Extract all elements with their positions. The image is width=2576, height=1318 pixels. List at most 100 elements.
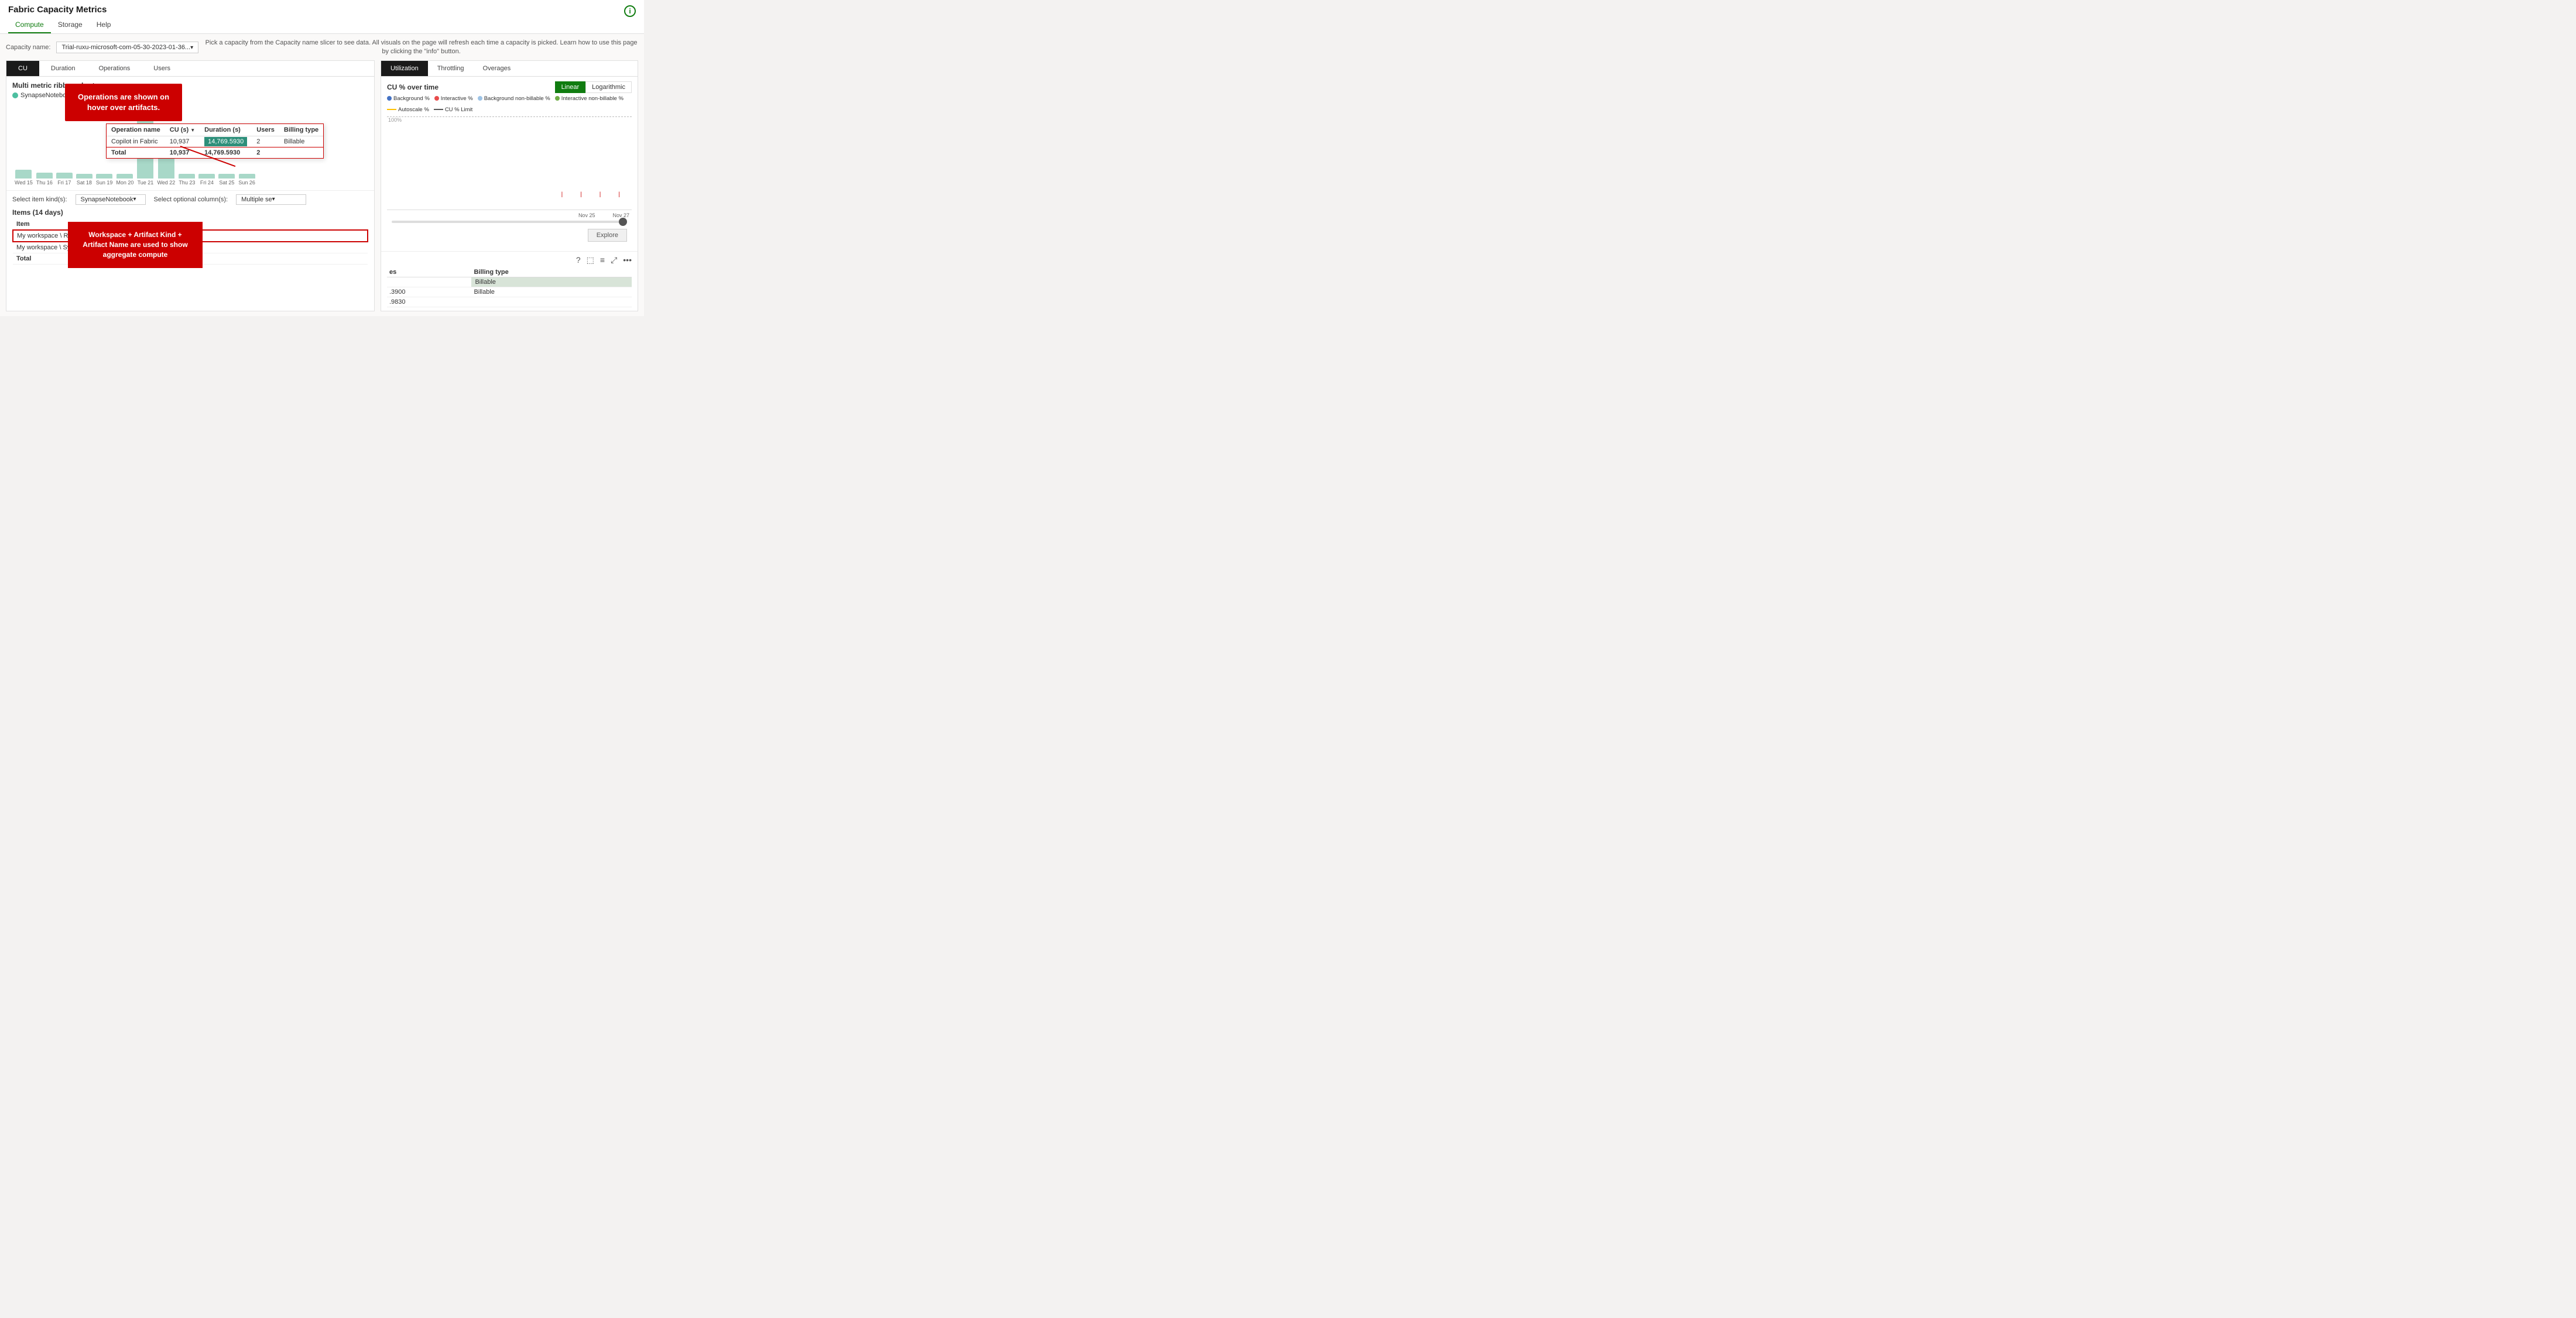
op-users: 2 — [252, 136, 279, 147]
col-label: Select optional column(s): — [154, 196, 228, 203]
right-table-row-1: Billable — [387, 277, 632, 287]
metric-tabs: CU Duration Operations Users — [6, 61, 374, 77]
right-table-row-3: .9830 — [387, 297, 632, 307]
bar-group: Thu 16 — [36, 173, 53, 186]
kind-value: SynapseNotebook — [81, 196, 133, 203]
bar-group: Wed 15 — [15, 170, 33, 186]
bar[interactable] — [179, 174, 195, 179]
copy-icon[interactable]: ⬚ — [587, 255, 594, 265]
expand-icon[interactable]: ⤢ — [611, 255, 617, 265]
bar-label: Mon 20 — [116, 180, 133, 186]
time-axis: Nov 25 Nov 27 — [387, 211, 632, 219]
bottom-annotation: Workspace + Artifact Kind + Artifact Nam… — [68, 222, 203, 267]
tooltip-table: Operation name CU (s) ▼ Duration (s) Use… — [107, 124, 323, 158]
tab-overages[interactable]: Overages — [474, 61, 520, 76]
bar-label: Sat 25 — [219, 180, 234, 186]
legend-int-nonbillable-label: Interactive non-billable % — [561, 95, 624, 102]
bar-label: Thu 16 — [36, 180, 53, 186]
col-chevron-icon: ▾ — [272, 196, 275, 202]
table-row: Copilot in Fabric 10,937 14,769.5930 2 B… — [107, 136, 323, 147]
op-name: Copilot in Fabric — [107, 136, 165, 147]
explore-button[interactable]: Explore — [588, 229, 627, 242]
bar-label: Fri 17 — [57, 180, 71, 186]
bar-label: Wed 15 — [15, 180, 33, 186]
bar[interactable] — [239, 174, 255, 179]
bar[interactable] — [218, 174, 235, 179]
legend-int-nonbillable: Interactive non-billable % — [555, 95, 624, 102]
tab-throttling[interactable]: Throttling — [428, 61, 474, 76]
info-icon[interactable]: i — [624, 5, 636, 17]
slider-track[interactable] — [392, 221, 627, 223]
legend-interactive: Interactive % — [434, 95, 473, 102]
bar[interactable] — [15, 170, 32, 179]
bar-group: Sat 18 — [76, 174, 93, 186]
bar-label: Fri 24 — [200, 180, 214, 186]
legend-bg-nonbillable-icon — [478, 96, 482, 101]
util-chart-header: CU % over time Linear Logarithmic — [387, 81, 632, 93]
total-cu: 10,937 — [165, 147, 200, 158]
scale-logarithmic-button[interactable]: Logarithmic — [585, 81, 632, 93]
legend-int-nonbillable-icon — [555, 96, 560, 101]
right-panel: Utilization Throttling Overages CU % ove… — [381, 60, 638, 311]
tooltip-popup: Operation name CU (s) ▼ Duration (s) Use… — [106, 123, 324, 159]
tab-cu[interactable]: CU — [6, 61, 39, 76]
kind-label: Select item kind(s): — [12, 196, 67, 203]
col-select[interactable]: Multiple se ▾ — [236, 194, 306, 205]
more-icon[interactable]: ••• — [623, 255, 632, 265]
bar[interactable] — [76, 174, 93, 179]
legend-interactive-label: Interactive % — [441, 95, 473, 102]
legend-interactive-icon — [434, 96, 439, 101]
callout-box: Operations are shown on hover over artif… — [65, 84, 182, 121]
left-panel: CU Duration Operations Users Multi metri… — [6, 60, 375, 311]
legend-autoscale: Autoscale % — [387, 107, 429, 113]
tab-users[interactable]: Users — [142, 61, 182, 76]
capacity-label: Capacity name: — [6, 44, 50, 51]
capacity-select[interactable]: Trial-ruxu-microsoft-com-05-30-2023-01-3… — [56, 42, 198, 53]
tab-operations[interactable]: Operations — [87, 61, 142, 76]
right-table-row-2: .3900 Billable — [387, 287, 632, 297]
bar[interactable] — [36, 173, 53, 179]
util-tabs: Utilization Throttling Overages — [381, 61, 638, 77]
tab-duration[interactable]: Duration — [39, 61, 87, 76]
col-cu: CU (s) ▼ — [165, 124, 200, 136]
nav-tab-compute[interactable]: Compute — [8, 17, 51, 33]
bar-group: Sat 25 — [218, 174, 235, 186]
util-chart-area: CU % over time Linear Logarithmic Backgr… — [381, 77, 638, 251]
nav-tab-help[interactable]: Help — [90, 17, 118, 33]
filter-icon[interactable]: ≡ — [600, 255, 605, 265]
legend-autoscale-label: Autoscale % — [398, 107, 429, 113]
items-controls: Select item kind(s): SynapseNotebook ▾ S… — [12, 194, 368, 205]
col-duration: Duration (s) — [200, 124, 252, 136]
bar-group: Mon 20 — [116, 174, 133, 186]
right-table: es Billing type Billable .3900 Billable — [387, 267, 632, 307]
bar-group: Fri 17 — [56, 173, 73, 186]
bar[interactable] — [198, 174, 215, 179]
slider-thumb[interactable] — [619, 218, 627, 226]
right-col-billing: Billing type — [471, 267, 632, 277]
col-operation-name: Operation name — [107, 124, 165, 136]
total-users: 2 — [252, 147, 279, 158]
legend-autoscale-icon — [387, 109, 396, 110]
col-billing: Billing type — [279, 124, 323, 136]
right-bottom: ? ⬚ ≡ ⤢ ••• es Billing type — [381, 251, 638, 311]
bar-label: Wed 22 — [157, 180, 175, 186]
col-users: Users — [252, 124, 279, 136]
legend-bg-nonbillable: Background non-billable % — [478, 95, 550, 102]
total-row: Total 10,937 14,769.5930 2 — [107, 147, 323, 158]
bar[interactable] — [56, 173, 73, 179]
bar[interactable] — [117, 174, 133, 179]
bar-label: Sun 26 — [238, 180, 255, 186]
kind-select[interactable]: SynapseNotebook ▾ — [76, 194, 146, 205]
nav-tab-storage[interactable]: Storage — [51, 17, 90, 33]
nav-tabs: Compute Storage Help — [8, 17, 636, 33]
legend-dot-icon — [12, 92, 18, 98]
tab-utilization[interactable]: Utilization — [381, 61, 428, 76]
bar[interactable] — [96, 174, 112, 179]
scale-linear-button[interactable]: Linear — [555, 81, 586, 93]
hundred-line: 100% — [387, 116, 632, 123]
legend-background-icon — [387, 96, 392, 101]
op-duration: 14,769.5930 — [200, 136, 252, 147]
help-icon[interactable]: ? — [576, 255, 581, 265]
two-panels: CU Duration Operations Users Multi metri… — [6, 60, 638, 311]
legend-cu-limit-icon — [434, 109, 443, 110]
